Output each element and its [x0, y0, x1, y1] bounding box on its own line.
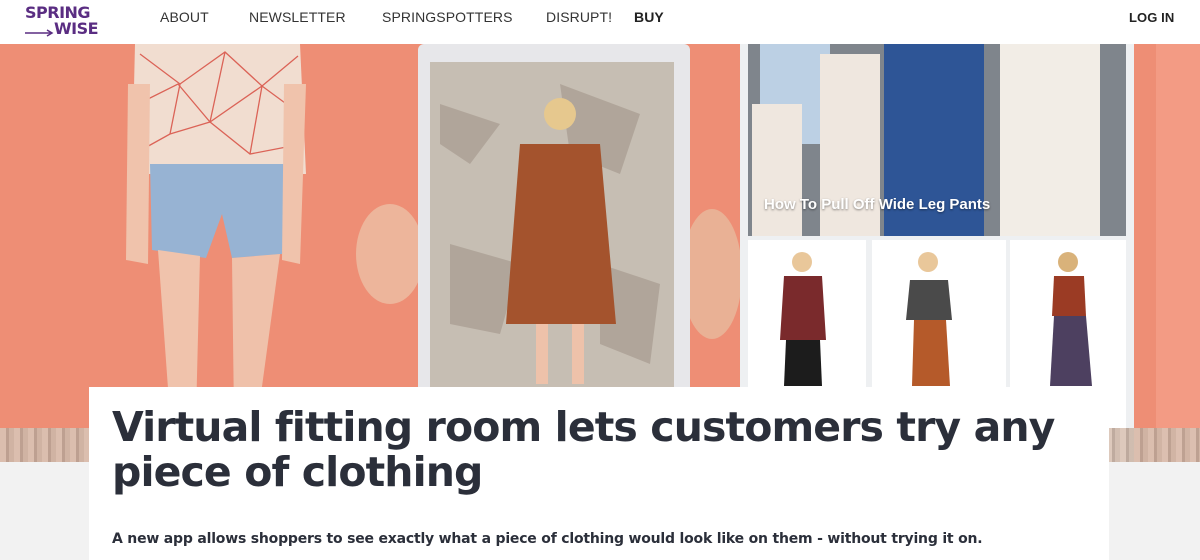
- nav-springspotters[interactable]: SPRINGSPOTTERS: [382, 9, 513, 25]
- article-headline: Virtual fitting room lets customers try …: [112, 403, 1055, 496]
- top-navigation: SPRING WISE ABOUT NEWSLETTER SPRINGSPOTT…: [0, 0, 1200, 44]
- nav-about[interactable]: ABOUT: [160, 9, 209, 25]
- nav-newsletter[interactable]: NEWSLETTER: [249, 9, 346, 25]
- nav-buy[interactable]: BUY: [634, 9, 664, 25]
- model-illustration: [126, 44, 306, 416]
- logo-word-wise: WISE: [54, 19, 99, 38]
- logo-arrow-icon: [25, 29, 54, 37]
- hand-illustration: [356, 204, 424, 304]
- springwise-logo[interactable]: SPRING WISE: [25, 3, 109, 41]
- coat-illustration: [506, 144, 616, 324]
- article-card: Virtual fitting room lets customers try …: [89, 387, 1109, 560]
- article-subhead: A new app allows shoppers to see exactly…: [112, 531, 983, 547]
- hero-image-caption: How To Pull Off Wide Leg Pants: [764, 196, 991, 213]
- nav-disrupt[interactable]: DISRUPT!: [546, 9, 612, 25]
- login-link[interactable]: LOG IN: [1129, 10, 1174, 25]
